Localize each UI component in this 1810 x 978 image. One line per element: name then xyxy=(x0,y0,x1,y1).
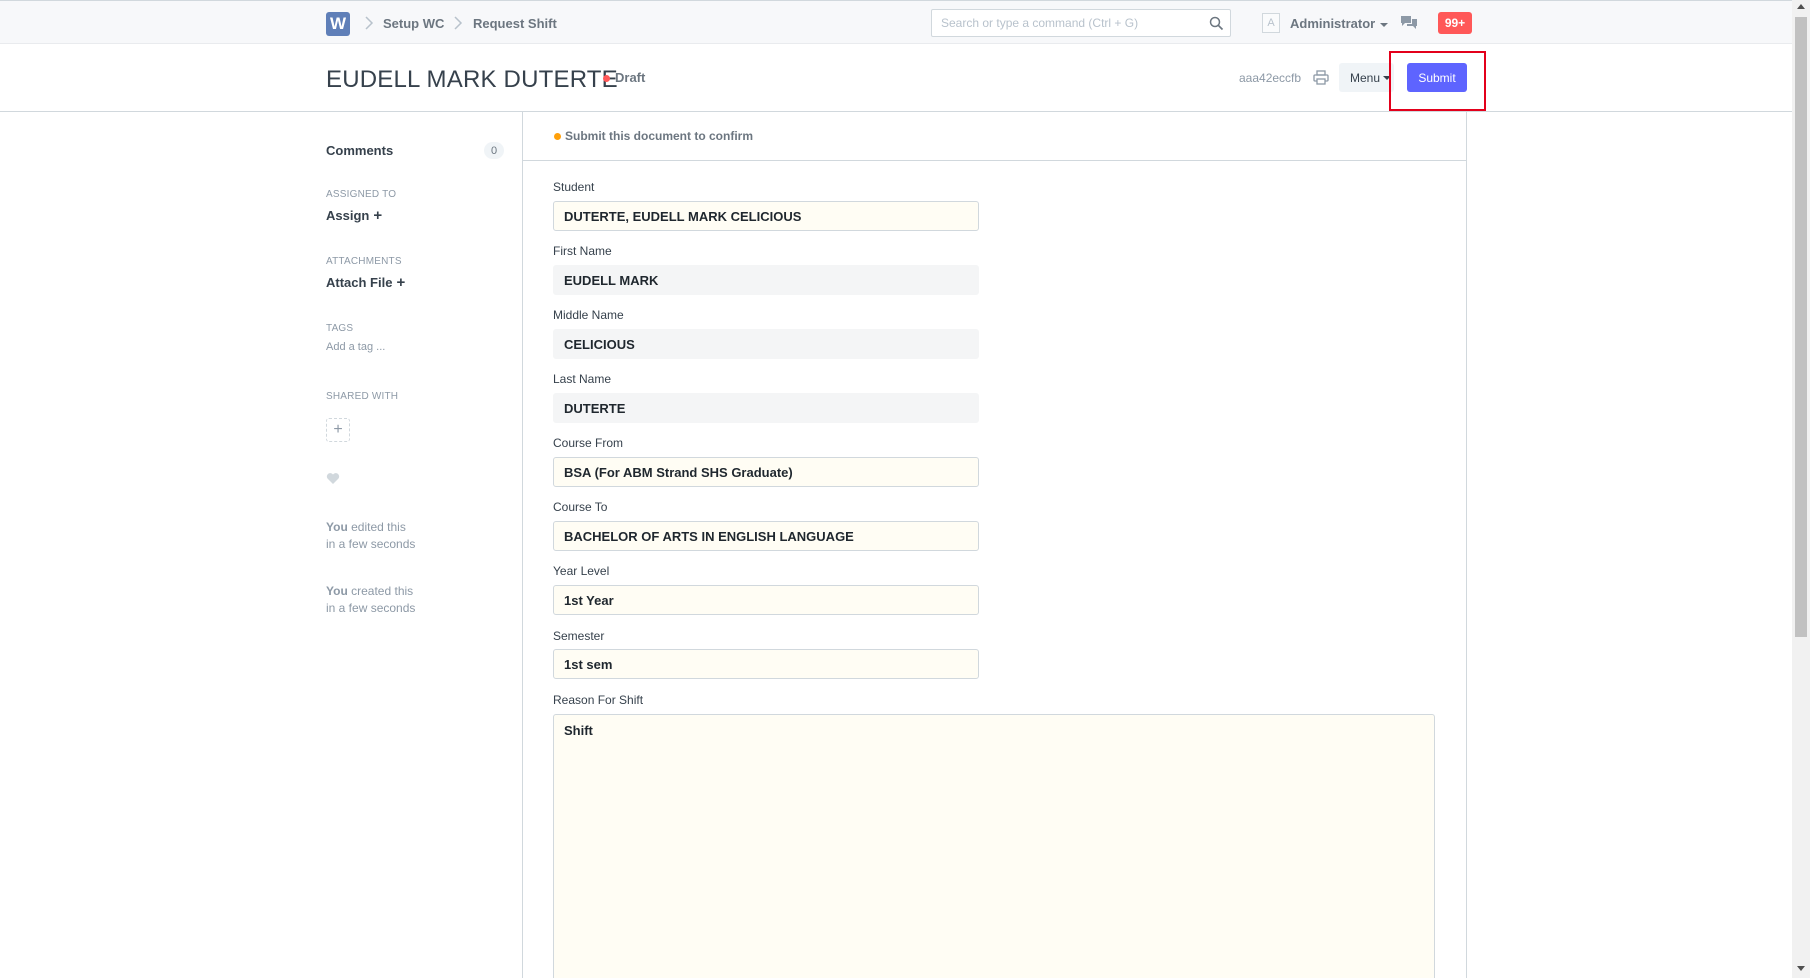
plus-icon: + xyxy=(396,274,406,291)
comments-link[interactable]: Comments xyxy=(326,143,393,158)
search-box xyxy=(931,9,1231,37)
reason-for-shift-textarea[interactable]: Shift xyxy=(553,714,1435,978)
plus-icon: + xyxy=(333,421,343,438)
assign-button[interactable]: Assign + xyxy=(326,207,382,224)
middle-name-field: CELICIOUS xyxy=(553,329,979,359)
attach-file-label: Attach File xyxy=(326,275,393,290)
search-icon[interactable] xyxy=(1209,16,1224,31)
page-title: EUDELL MARK DUTERTE xyxy=(326,66,618,93)
chevron-right-icon xyxy=(453,14,463,32)
timeline-item: You edited this in a few seconds xyxy=(326,519,415,553)
form-layout: Submit this document to confirm Student … xyxy=(522,112,1467,978)
year-level-label: Year Level xyxy=(553,564,610,578)
timeline-time: in a few seconds xyxy=(326,537,416,551)
course-from-label: Course From xyxy=(553,436,624,450)
add-share-button[interactable]: + xyxy=(326,418,350,442)
course-from-field[interactable]: BSA (For ABM Strand SHS Graduate) xyxy=(553,457,979,487)
breadcrumb-request-shift[interactable]: Request Shift xyxy=(473,16,557,31)
user-name-label: Administrator xyxy=(1290,16,1376,31)
student-label: Student xyxy=(553,180,595,194)
draft-indicator-icon xyxy=(603,75,610,82)
timeline-actor: You xyxy=(326,520,348,534)
timeline-action: created this xyxy=(351,584,414,598)
year-level-field[interactable]: 1st Year xyxy=(553,585,979,615)
document-id: aaa42eccfb xyxy=(1239,71,1302,85)
user-menu-dropdown[interactable]: Administrator xyxy=(1290,16,1389,31)
avatar[interactable]: A xyxy=(1262,13,1280,33)
indicator-dot-icon xyxy=(554,133,561,140)
semester-field[interactable]: 1st sem xyxy=(553,649,979,679)
semester-label: Semester xyxy=(553,629,605,643)
timeline-action: edited this xyxy=(351,520,406,534)
comments-count-badge: 0 xyxy=(484,142,504,159)
first-name-field: EUDELL MARK xyxy=(553,265,979,295)
scrollbar-thumb[interactable] xyxy=(1795,17,1807,637)
timeline-actor: You xyxy=(326,584,348,598)
menu-button-label: Menu xyxy=(1350,70,1381,85)
course-to-field[interactable]: BACHELOR OF ARTS IN ENGLISH LANGUAGE xyxy=(553,521,979,551)
print-icon[interactable] xyxy=(1313,70,1329,85)
chat-icon[interactable] xyxy=(1400,15,1418,31)
top-navbar: W Setup WC Request Shift A Administrator… xyxy=(0,0,1792,44)
plus-icon: + xyxy=(373,207,383,224)
assigned-to-heading: ASSIGNED TO xyxy=(326,189,397,200)
tags-heading: TAGS xyxy=(326,323,354,334)
middle-name-label: Middle Name xyxy=(553,308,624,322)
attach-file-button[interactable]: Attach File + xyxy=(326,274,405,291)
shared-with-heading: SHARED WITH xyxy=(326,391,399,402)
menu-button[interactable]: Menu xyxy=(1339,63,1394,92)
page-head: EUDELL MARK DUTERTE Draft aaa42eccfb Men… xyxy=(0,44,1792,112)
heart-icon[interactable] xyxy=(326,472,340,485)
last-name-label: Last Name xyxy=(553,372,612,386)
timeline-time: in a few seconds xyxy=(326,601,416,615)
search-input[interactable] xyxy=(932,10,1197,36)
student-field[interactable]: DUTERTE, EUDELL MARK CELICIOUS xyxy=(553,201,979,231)
timeline-item: You created this in a few seconds xyxy=(326,583,415,617)
breadcrumb-setup-wc[interactable]: Setup WC xyxy=(383,16,444,31)
highlight-annotation xyxy=(1389,51,1486,111)
notification-badge[interactable]: 99+ xyxy=(1438,12,1472,34)
caret-down-icon xyxy=(1380,22,1389,27)
scroll-down-arrow-icon[interactable] xyxy=(1797,966,1805,971)
page-scrollbar[interactable] xyxy=(1792,0,1810,978)
assign-label: Assign xyxy=(326,208,370,223)
submit-message: Submit this document to confirm xyxy=(565,129,753,143)
scroll-up-arrow-icon[interactable] xyxy=(1797,4,1805,9)
course-to-label: Course To xyxy=(553,500,608,514)
status-badge: Draft xyxy=(615,70,646,85)
attachments-heading: ATTACHMENTS xyxy=(326,256,402,267)
form-message: Submit this document to confirm xyxy=(523,112,1466,161)
first-name-label: First Name xyxy=(553,244,612,258)
reason-for-shift-label: Reason For Shift xyxy=(553,693,644,707)
chevron-right-icon xyxy=(364,14,374,32)
app-logo[interactable]: W xyxy=(326,12,350,36)
last-name-field: DUTERTE xyxy=(553,393,979,423)
add-tag-input[interactable]: Add a tag ... xyxy=(326,341,385,353)
